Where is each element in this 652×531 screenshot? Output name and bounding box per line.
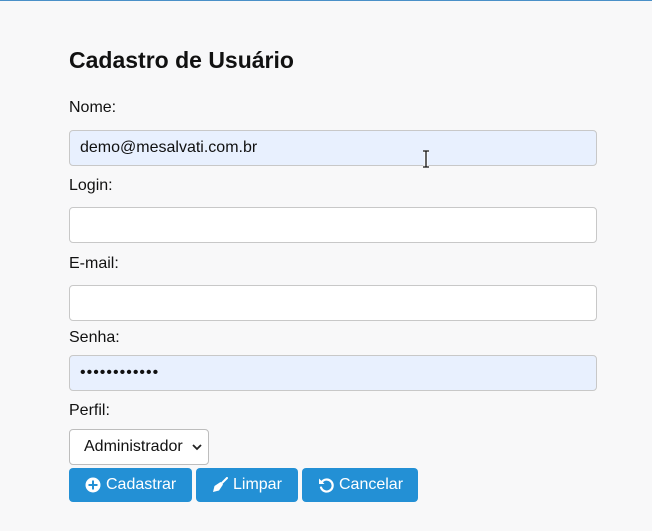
form-actions: Cadastrar Limpar Cancelar [69, 468, 418, 502]
cancelar-button[interactable]: Cancelar [302, 468, 418, 502]
login-label: Login: [69, 177, 113, 194]
plus-circle-icon [85, 477, 101, 493]
perfil-select-value: Administrador [84, 438, 183, 455]
nome-label: Nome: [69, 99, 117, 116]
perfil-select[interactable]: Administrador [69, 429, 209, 465]
top-border [0, 0, 652, 1]
text-cursor-icon [423, 150, 429, 168]
email-input[interactable] [69, 285, 597, 321]
cadastrar-button[interactable]: Cadastrar [69, 468, 192, 502]
perfil-label: Perfil: [69, 402, 110, 419]
email-label: E-mail: [69, 255, 119, 272]
senha-label: Senha: [69, 329, 120, 346]
limpar-button[interactable]: Limpar [196, 468, 298, 502]
login-input[interactable] [69, 207, 597, 243]
user-registration-form: Cadastro de Usuário Nome: Login: E-mail:… [69, 44, 597, 502]
nome-input[interactable] [69, 130, 597, 166]
broom-icon [212, 477, 228, 493]
undo-icon [318, 477, 334, 493]
password-input[interactable] [69, 355, 597, 391]
page-title: Cadastro de Usuário [69, 47, 294, 73]
chevron-down-icon [192, 444, 202, 451]
cancelar-button-label: Cancelar [339, 476, 404, 493]
limpar-button-label: Limpar [233, 476, 282, 493]
cadastrar-button-label: Cadastrar [106, 476, 177, 493]
